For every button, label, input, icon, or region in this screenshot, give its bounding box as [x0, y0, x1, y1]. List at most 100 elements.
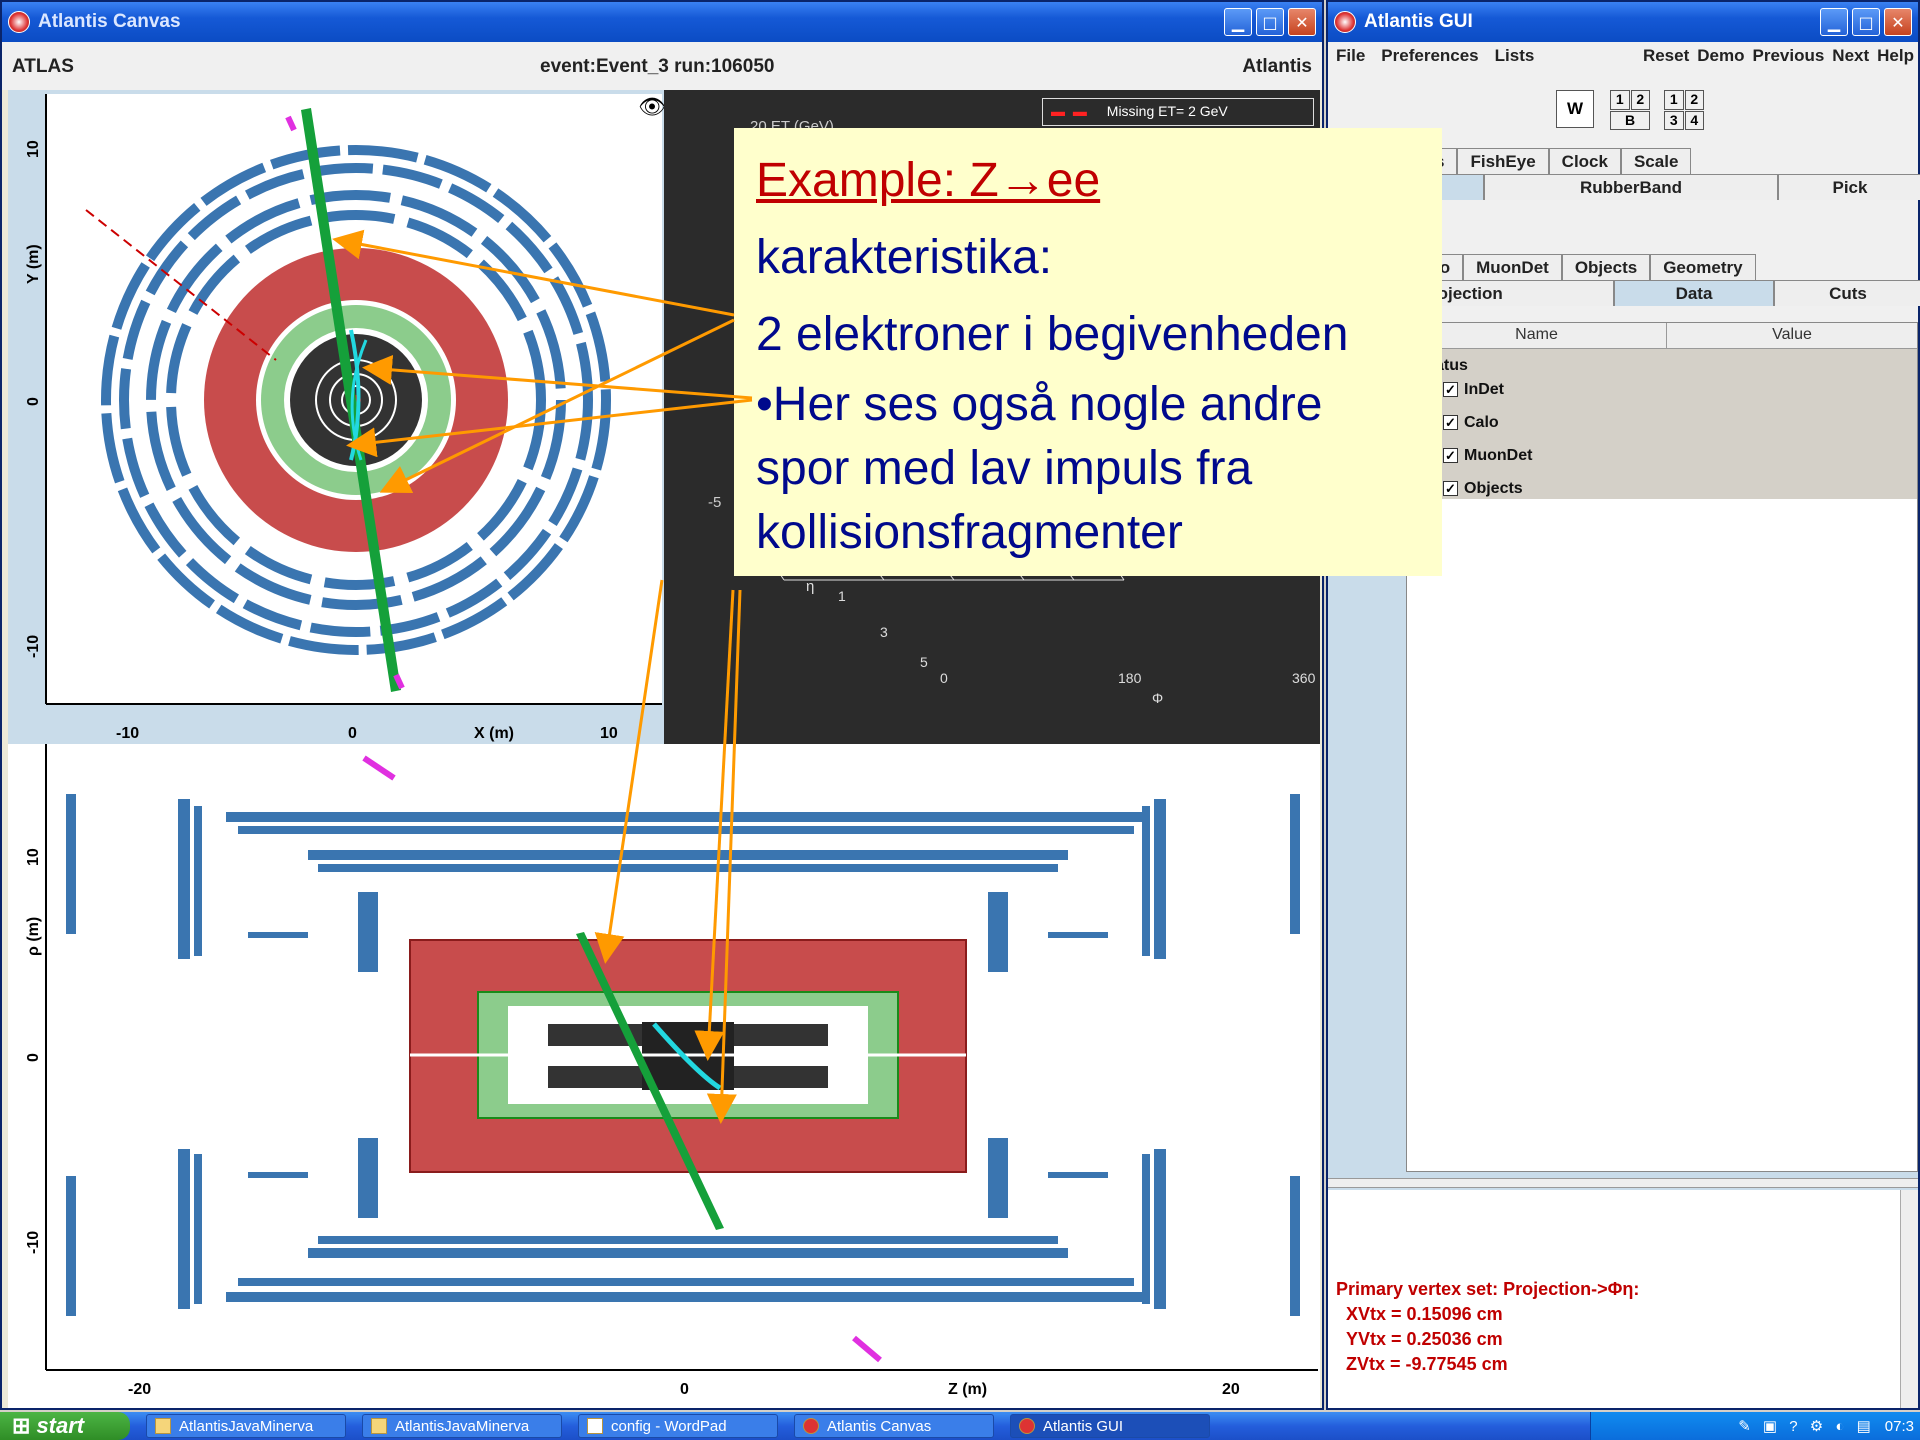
menu-help[interactable]: Help — [1873, 42, 1918, 72]
tree-item-muondet[interactable]: ✓ MuonDet — [1407, 447, 1917, 480]
taskbar-item[interactable]: AtlantisJavaMinerva — [146, 1414, 346, 1438]
menu-next[interactable]: Next — [1828, 42, 1873, 72]
canvas-header: ATLAS event:Event_3 run:106050 Atlantis — [2, 42, 1322, 90]
column-value[interactable]: Value — [1667, 323, 1917, 348]
start-button[interactable]: ⊞ start — [0, 1412, 130, 1440]
checkbox-icon[interactable]: ✓ — [1443, 382, 1458, 397]
taskbar-item[interactable]: Atlantis Canvas — [794, 1414, 994, 1438]
tab-rubberband[interactable]: RubberBand — [1484, 174, 1778, 200]
atlantis-app-icon — [8, 11, 30, 33]
fisheye-icon[interactable]: 👁 — [638, 94, 664, 119]
grid-a-cell: B — [1610, 110, 1650, 130]
callout-line-1: karakteristika: — [756, 231, 1053, 284]
event-run-label: event:Event_3 run:106050 — [540, 56, 775, 77]
tree-item-label: Calo — [1464, 414, 1499, 431]
taskbar-item-label: Atlantis Canvas — [827, 1417, 932, 1435]
atlantis-app-icon — [1019, 1418, 1035, 1434]
menu-reset[interactable]: Reset — [1639, 42, 1693, 72]
header-right-label: Atlantis — [1242, 56, 1312, 77]
layout-grid-b[interactable]: 1 2 3 4 — [1664, 90, 1704, 130]
window-w-button[interactable]: W — [1556, 90, 1594, 128]
callout-line-2: 2 elektroner i begivenheden — [756, 308, 1349, 361]
callout-title: Example: Z→ee — [756, 154, 1101, 207]
rz-y-tick-1: 0 — [25, 1053, 42, 1062]
lego-phi-tick-0: 0 — [940, 670, 948, 686]
callout-line-3c: kollisionsfragmenter — [756, 506, 1183, 559]
tab-pick[interactable]: Pick — [1778, 174, 1920, 200]
callout-line-3b: spor med lav impuls fra — [756, 442, 1253, 495]
tree-item-calo[interactable]: ✓ Calo — [1407, 414, 1917, 447]
log-line-2: YVtx = 0.25036 cm — [1346, 1329, 1503, 1349]
tray-icons[interactable]: ✎ ▣ ? ⚙ ◐ ▤ — [1738, 1417, 1875, 1435]
taskbar-item-label: config - WordPad — [611, 1417, 727, 1435]
checkbox-icon[interactable]: ✓ — [1443, 448, 1458, 463]
lego-eta-tick-2: 5 — [920, 654, 928, 670]
menu-file[interactable]: File — [1328, 42, 1373, 72]
xy-y-tick-1: 0 — [25, 397, 42, 406]
menu-preferences[interactable]: Preferences — [1373, 42, 1486, 72]
tab-geometry[interactable]: Geometry — [1650, 254, 1756, 280]
maximize-button[interactable]: □ — [1256, 8, 1284, 36]
canvas-titlebar[interactable]: Atlantis Canvas ▁ □ ✕ — [2, 2, 1322, 42]
log-line-1: XVtx = 0.15096 cm — [1346, 1304, 1503, 1324]
minimize-button[interactable]: ▁ — [1224, 8, 1252, 36]
tree-item-objects[interactable]: ✓ Objects — [1407, 480, 1917, 504]
checkbox-icon[interactable]: ✓ — [1443, 415, 1458, 430]
xy-x-tick-1: 0 — [348, 725, 357, 742]
xy-x-label: X (m) — [474, 725, 514, 742]
layout-grid-a[interactable]: 1 2 B — [1610, 90, 1650, 130]
taskbar-item-label: Atlantis GUI — [1043, 1417, 1124, 1435]
tree-item-label: InDet — [1464, 381, 1504, 398]
minimize-button[interactable]: ▁ — [1820, 8, 1848, 36]
start-label: start — [36, 1413, 85, 1438]
xy-y-tick-2: -10 — [25, 635, 42, 658]
menu-lists[interactable]: Lists — [1487, 42, 1543, 72]
system-tray: ✎ ▣ ? ⚙ ◐ ▤ 07:3 — [1590, 1412, 1920, 1440]
log-scrollbar[interactable] — [1900, 1190, 1918, 1408]
gui-titlebar[interactable]: Atlantis GUI ▁ □ ✕ — [1328, 2, 1918, 42]
grid-b-cell: 4 — [1684, 110, 1704, 130]
lego-eta-tick-0: 1 — [838, 588, 846, 604]
taskbar-item-active[interactable]: Atlantis GUI — [1010, 1414, 1210, 1438]
xy-projection-svg: 👁 -10 0 X (m) 10 10 Y (m) 0 -10 — [25, 94, 664, 742]
menu-demo[interactable]: Demo — [1693, 42, 1748, 72]
taskbar: ⊞ start AtlantisJavaMinerva AtlantisJavaM… — [0, 1412, 1920, 1440]
taskbar-item[interactable]: AtlantisJavaMinerva — [362, 1414, 562, 1438]
tab-muondet[interactable]: MuonDet — [1463, 254, 1562, 280]
lego-eta-tick-1: 3 — [880, 624, 888, 640]
rz-projection-view[interactable]: -20 0 Z (m) 20 10 ρ (m) 0 -10 — [8, 744, 1320, 1408]
windows-logo-icon: ⊞ — [12, 1413, 31, 1438]
column-name[interactable]: Name — [1407, 323, 1667, 348]
rz-x-label: Z (m) — [948, 1381, 987, 1398]
taskbar-item[interactable]: config - WordPad — [578, 1414, 778, 1438]
close-button[interactable]: ✕ — [1288, 8, 1316, 36]
explanation-callout: Example: Z→ee karakteristika: 2 elektron… — [734, 128, 1442, 576]
log-line-0: Primary vertex set: Projection->Φη: — [1336, 1279, 1640, 1299]
xy-x-tick-2: 10 — [600, 725, 618, 742]
tree-root-status[interactable]: Status — [1407, 349, 1917, 381]
grid-b-cell: 3 — [1664, 110, 1684, 130]
gui-window-title: Atlantis GUI — [1364, 11, 1473, 32]
checkbox-icon[interactable]: ✓ — [1443, 481, 1458, 496]
tab-scale[interactable]: Scale — [1620, 148, 1692, 174]
wordpad-icon — [587, 1418, 603, 1434]
menu-previous[interactable]: Previous — [1748, 42, 1828, 72]
tab-cuts[interactable]: Cuts — [1774, 280, 1920, 306]
tab-objects[interactable]: Objects — [1561, 254, 1651, 280]
rz-x-tick-0: -20 — [128, 1381, 151, 1398]
grid-b-cell: 2 — [1684, 90, 1704, 110]
grid-a-cell: 1 — [1610, 90, 1630, 110]
tree-item-indet[interactable]: ✓ InDet — [1407, 381, 1917, 414]
xy-projection-view[interactable]: 👁 -10 0 X (m) 10 10 Y (m) 0 -10 — [8, 90, 664, 744]
tab-clock[interactable]: Clock — [1548, 148, 1621, 174]
atlantis-app-icon — [803, 1418, 819, 1434]
tab-projection[interactable]: rojection — [1418, 280, 1614, 306]
splitter[interactable] — [1328, 1178, 1918, 1188]
tab-fisheye[interactable]: FishEye — [1457, 148, 1549, 174]
tree-item-label: MuonDet — [1464, 447, 1533, 464]
rz-x-tick-2: 20 — [1222, 1381, 1240, 1398]
maximize-button[interactable]: □ — [1852, 8, 1880, 36]
close-button[interactable]: ✕ — [1884, 8, 1912, 36]
table-header: Name Value — [1407, 323, 1917, 349]
tab-data[interactable]: Data — [1614, 280, 1774, 306]
